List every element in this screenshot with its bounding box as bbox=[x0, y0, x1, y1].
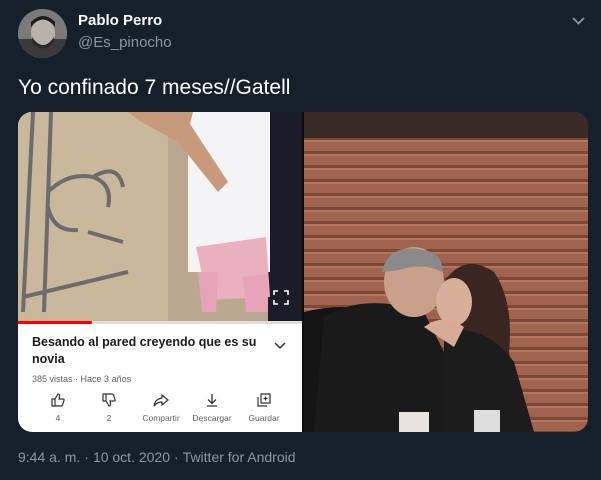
dislike-count: 2 bbox=[106, 413, 112, 423]
like-button[interactable]: 4 bbox=[30, 392, 86, 423]
author-name[interactable]: Pablo Perro bbox=[78, 12, 162, 29]
tweet-source[interactable]: Twitter for Android bbox=[183, 449, 296, 465]
video-title[interactable]: Besando al pared creyendo que es su novi… bbox=[32, 334, 267, 368]
timestamp-separator: · bbox=[84, 449, 89, 465]
video-actions: 4 2 Compartir Descargar Guardar bbox=[18, 392, 302, 432]
thumb-up-icon bbox=[51, 393, 65, 407]
video-progress-bar[interactable] bbox=[18, 321, 302, 325]
dislike-button[interactable]: 2 bbox=[81, 392, 137, 423]
share-label: Compartir bbox=[142, 413, 180, 423]
timestamp-separator: · bbox=[174, 449, 179, 465]
save-label: Guardar bbox=[248, 413, 280, 423]
tweet-options-chevron-icon[interactable] bbox=[570, 14, 586, 28]
video-views: 385 vistas bbox=[32, 374, 73, 384]
save-button[interactable]: Guardar bbox=[236, 392, 292, 423]
tweet-media[interactable]: Besando al pared creyendo que es su novi… bbox=[18, 112, 588, 432]
avatar-image bbox=[18, 9, 67, 58]
thumb-down-icon bbox=[102, 393, 116, 407]
save-icon bbox=[257, 393, 271, 407]
download-icon bbox=[207, 394, 217, 407]
tweet-date: 10 oct. 2020 bbox=[92, 449, 170, 465]
author-avatar[interactable] bbox=[18, 9, 67, 58]
tweet-text: Yo confinado 7 meses//Gatell bbox=[18, 76, 291, 99]
video-meta: 385 vistas · Hace 3 años bbox=[32, 374, 131, 384]
like-count: 4 bbox=[55, 413, 61, 423]
video-screenshot-card[interactable]: Besando al pared creyendo que es su novi… bbox=[18, 112, 302, 432]
chevron-down-icon[interactable] bbox=[274, 337, 288, 350]
video-age: Hace 3 años bbox=[80, 374, 132, 384]
download-button[interactable]: Descargar bbox=[184, 392, 240, 423]
kiss-photo[interactable] bbox=[304, 112, 588, 432]
photo-image bbox=[304, 112, 588, 432]
tweet-time: 9:44 a. m. bbox=[18, 449, 81, 465]
download-label: Descargar bbox=[192, 413, 232, 423]
video-frame bbox=[18, 112, 302, 324]
share-button[interactable]: Compartir bbox=[133, 392, 189, 423]
author-handle[interactable]: @Es_pinocho bbox=[78, 34, 172, 51]
tweet-timestamp[interactable]: 9:44 a. m. · 10 oct. 2020 · Twitter for Andr… bbox=[18, 449, 296, 465]
share-icon bbox=[153, 393, 169, 407]
